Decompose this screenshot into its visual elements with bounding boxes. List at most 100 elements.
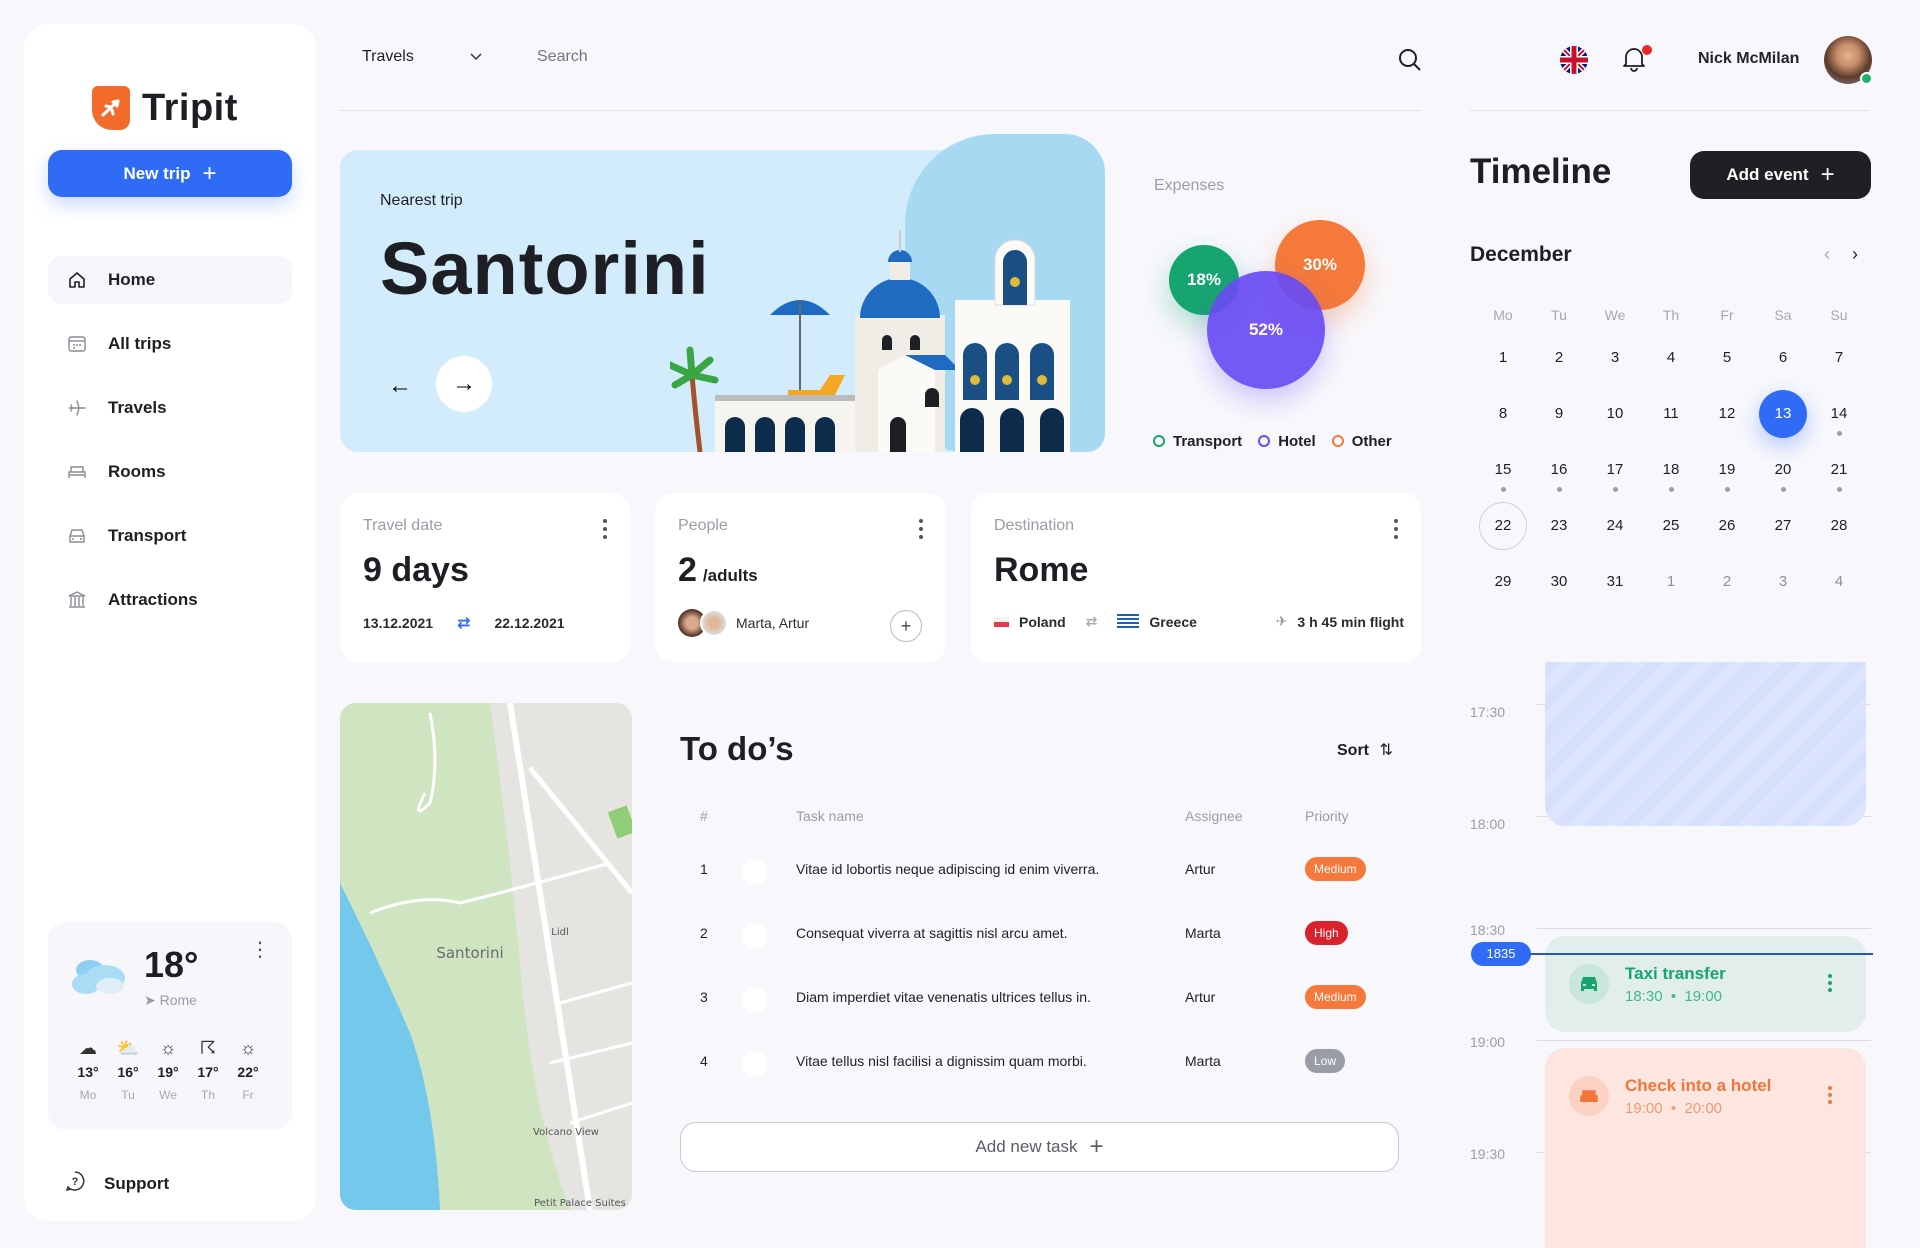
task-assignee: Marta	[1185, 925, 1221, 941]
calendar-day[interactable]: 12	[1699, 386, 1755, 442]
next-trip-button[interactable]: →	[436, 356, 492, 412]
calendar-day[interactable]: 25	[1643, 498, 1699, 554]
event-taxi-transfer[interactable]: Taxi transfer 18:30 • 19:00	[1545, 936, 1866, 1032]
calendar-day[interactable]: 1	[1475, 330, 1531, 386]
calendar-day[interactable]: 22	[1475, 498, 1531, 554]
calendar-day[interactable]: 16	[1531, 442, 1587, 498]
next-month-button[interactable]: ›	[1852, 244, 1858, 265]
search-icon[interactable]	[1398, 48, 1422, 77]
column-header-assignee[interactable]: Assignee	[1185, 808, 1243, 824]
sidebar-item-label: Home	[108, 270, 156, 289]
support-link[interactable]: ? Support	[64, 1170, 169, 1197]
car-icon	[66, 525, 88, 547]
sidebar-item-travels[interactable]: Travels	[48, 384, 292, 432]
weather-more-button[interactable]: ⋮	[250, 940, 270, 960]
task-checkbox[interactable]	[742, 987, 768, 1013]
sidebar-item-all-trips[interactable]: All trips	[48, 320, 292, 368]
prev-trip-button[interactable]: ←	[380, 366, 420, 406]
task-name: Diam imperdiet vitae venenatis ultrices …	[796, 989, 1091, 1005]
task-checkbox[interactable]	[742, 1051, 768, 1077]
chevron-left-icon: ‹	[1824, 244, 1830, 264]
calendar-day[interactable]: 4	[1811, 554, 1867, 610]
calendar-day[interactable]: 23	[1531, 498, 1587, 554]
calendar-day[interactable]: 15	[1475, 442, 1531, 498]
column-header-task[interactable]: Task name	[796, 808, 864, 824]
more-icon[interactable]	[918, 519, 924, 539]
event-check-into-hotel[interactable]: Check into a hotel 19:00 • 20:00	[1545, 1048, 1866, 1248]
calendar-day[interactable]: 9	[1531, 386, 1587, 442]
table-row[interactable]: 3 Diam imperdiet vitae venenatis ultrices…	[680, 979, 1400, 1019]
calendar-day[interactable]: 30	[1531, 554, 1587, 610]
destination-city: Rome	[994, 551, 1089, 589]
calendar-day[interactable]: 2	[1531, 330, 1587, 386]
expense-bubble-hotel[interactable]: 52%	[1206, 270, 1326, 390]
forecast-day: ☼ 22° Fr	[228, 1038, 268, 1102]
add-person-button[interactable]: +	[890, 610, 922, 642]
sidebar-item-rooms[interactable]: Rooms	[48, 448, 292, 496]
calendar-day[interactable]: 5	[1699, 330, 1755, 386]
calendar-day[interactable]: 19	[1699, 442, 1755, 498]
time-label: 17:30	[1470, 704, 1506, 720]
sidebar-item-transport[interactable]: Transport	[48, 512, 292, 560]
plus-icon: +	[1089, 1133, 1104, 1160]
expenses-title: Expenses	[1154, 177, 1225, 194]
trip-map[interactable]: Santorini Lidl Volcano View Petit Palace…	[340, 703, 632, 1210]
calendar-day[interactable]: 29	[1475, 554, 1531, 610]
avatar	[700, 609, 728, 637]
calendar-day[interactable]: 11	[1643, 386, 1699, 442]
category-dropdown[interactable]: Travels	[362, 48, 482, 66]
app-logo[interactable]: Tripit	[92, 86, 238, 130]
sidebar-item-attractions[interactable]: Attractions	[48, 576, 292, 624]
calendar-day[interactable]: 20	[1755, 442, 1811, 498]
forecast-day: ☁ 13° Mo	[68, 1038, 108, 1102]
table-row[interactable]: 4 Vitae tellus nisl facilisi a dignissim …	[680, 1043, 1400, 1083]
calendar-day[interactable]: 3	[1587, 330, 1643, 386]
calendar-day[interactable]: 2	[1699, 554, 1755, 610]
calendar-day[interactable]: 26	[1699, 498, 1755, 554]
calendar-day[interactable]: 28	[1811, 498, 1867, 554]
task-checkbox[interactable]	[742, 923, 768, 949]
more-icon[interactable]	[1393, 519, 1399, 539]
calendar-day[interactable]: 3	[1755, 554, 1811, 610]
current-time-line	[1530, 953, 1873, 955]
calendar-week: 22 23 24 25 26 27 28	[1475, 498, 1867, 554]
calendar-day[interactable]: 21	[1811, 442, 1867, 498]
table-row[interactable]: 2 Consequat viverra at sagittis nisl arcu…	[680, 915, 1400, 955]
sort-button[interactable]: Sort ⇅	[1337, 740, 1393, 760]
swap-icon: ⇄	[1085, 613, 1098, 629]
location-arrow-icon: ➤	[144, 992, 160, 1008]
calendar-day[interactable]: 14	[1811, 386, 1867, 442]
new-trip-button[interactable]: New trip +	[48, 150, 292, 197]
calendar-day[interactable]: 4	[1643, 330, 1699, 386]
time-label: 18:00	[1470, 816, 1506, 832]
calendar-day[interactable]: 1	[1643, 554, 1699, 610]
event-more-button[interactable]	[1828, 1086, 1832, 1104]
event-more-button[interactable]	[1828, 974, 1832, 992]
calendar-day[interactable]: 24	[1587, 498, 1643, 554]
calendar-day[interactable]: 31	[1587, 554, 1643, 610]
card-label: Destination	[994, 517, 1075, 534]
calendar-day[interactable]: 8	[1475, 386, 1531, 442]
arrow-left-icon: ←	[388, 372, 412, 399]
prev-month-button[interactable]: ‹	[1824, 244, 1830, 265]
user-name[interactable]: Nick McMilan	[1698, 50, 1799, 68]
add-event-button[interactable]: Add event +	[1690, 151, 1871, 199]
calendar-day[interactable]: 10	[1587, 386, 1643, 442]
calendar-day[interactable]: 18	[1643, 442, 1699, 498]
calendar-day[interactable]: 7	[1811, 330, 1867, 386]
uk-flag-icon[interactable]	[1560, 46, 1588, 74]
add-task-button[interactable]: Add new task +	[680, 1122, 1399, 1172]
calendar-day[interactable]: 6	[1755, 330, 1811, 386]
bed-icon	[66, 461, 88, 483]
calendar-day[interactable]: 17	[1587, 442, 1643, 498]
column-header-priority[interactable]: Priority	[1305, 808, 1349, 824]
calendar-day[interactable]: 13	[1755, 386, 1811, 442]
calendar-day[interactable]: 27	[1755, 498, 1811, 554]
search-input[interactable]	[537, 48, 1337, 66]
weather-temp: 18°	[144, 944, 199, 985]
sidebar-item-home[interactable]: Home	[48, 256, 292, 304]
people-names: Marta, Artur	[736, 615, 810, 631]
task-checkbox[interactable]	[742, 859, 768, 885]
more-icon[interactable]	[602, 519, 608, 539]
table-row[interactable]: 1 Vitae id lobortis neque adipiscing id e…	[680, 851, 1400, 891]
